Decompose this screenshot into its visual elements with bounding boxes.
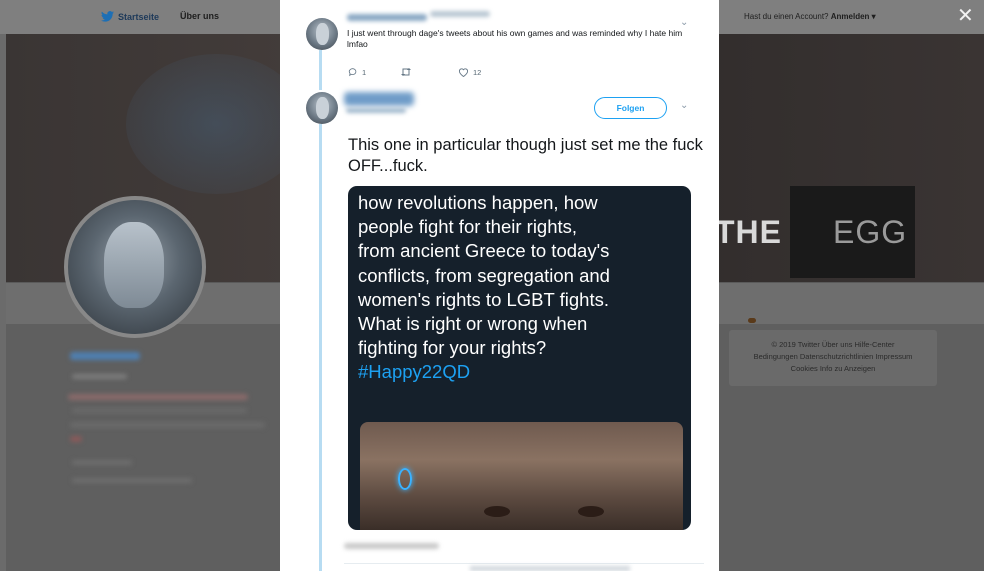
profile-name-redacted xyxy=(70,352,140,360)
tweet1-text: I just went through dage's tweets about … xyxy=(347,28,683,49)
chevron-down-icon[interactable]: ⌄ xyxy=(680,100,688,111)
close-icon[interactable]: ✕ xyxy=(957,6,974,26)
tweet2-name-redacted xyxy=(344,92,414,106)
tweet-media-card[interactable]: how revolutions happen, how people fight… xyxy=(348,186,691,530)
thread-connector-2 xyxy=(319,124,322,571)
tweet1-like-action[interactable]: 12 xyxy=(458,67,481,77)
eye-shape xyxy=(484,506,510,517)
tweet-modal: ⌄ I just went through dage's tweets abou… xyxy=(280,0,719,571)
android-led-icon xyxy=(398,468,412,490)
profile-handle-redacted xyxy=(72,374,127,379)
footer-dot xyxy=(748,318,756,323)
tweet1-avatar[interactable] xyxy=(306,18,338,50)
footer-line-2[interactable]: Bedingungen Datenschutzrichtlinien Impre… xyxy=(729,352,937,361)
nav-home-link[interactable]: Startseite xyxy=(101,11,159,22)
nav-about-link[interactable]: Über uns xyxy=(180,11,219,21)
tweet1-name-redacted xyxy=(430,11,490,17)
retweet-icon xyxy=(401,68,411,76)
profile-avatar[interactable] xyxy=(64,196,206,338)
banner-word-egg: EGG xyxy=(833,214,908,250)
liker-avatars-redacted xyxy=(470,566,630,571)
footer-line-1[interactable]: © 2019 Twitter Über uns Hilfe-Center xyxy=(729,340,937,349)
media-text: how revolutions happen, how people fight… xyxy=(358,191,678,385)
reply-icon xyxy=(348,68,357,77)
thread-connector xyxy=(319,50,322,90)
footer-line-3[interactable]: Cookies Info zu Anzeigen xyxy=(729,364,937,373)
follow-button[interactable]: Folgen xyxy=(594,97,667,119)
tweet1-reply-action[interactable]: 1 xyxy=(348,67,366,77)
chevron-down-icon[interactable]: ⌄ xyxy=(680,17,688,28)
footer-links-box: © 2019 Twitter Über uns Hilfe-Center Bed… xyxy=(729,330,937,386)
tweet2-date-redacted xyxy=(344,543,439,549)
profile-location-redacted xyxy=(72,460,132,465)
avatar-face xyxy=(316,97,329,119)
heart-icon xyxy=(458,68,469,77)
tweet1-like-count: 12 xyxy=(473,67,482,77)
tweet2-avatar[interactable] xyxy=(306,92,338,124)
divider xyxy=(344,563,704,564)
media-body: how revolutions happen, how people fight… xyxy=(358,192,610,359)
profile-link-redacted xyxy=(72,478,192,483)
tweet1-retweet-action[interactable] xyxy=(400,67,412,77)
eye-shape xyxy=(578,506,604,517)
tweet2-handle-redacted xyxy=(346,108,406,113)
banner-word-the: THE xyxy=(715,214,782,250)
tweet1-reply-count: 1 xyxy=(362,67,367,77)
avatar-face xyxy=(104,222,164,308)
login-button[interactable]: Anmelden ▾ xyxy=(831,12,876,21)
account-prompt-text: Hast du einen Account? xyxy=(744,12,829,21)
profile-bio-line-3 xyxy=(70,422,265,428)
media-image xyxy=(360,422,683,530)
media-hashtag[interactable]: #Happy22QD xyxy=(358,361,470,382)
account-prompt: Hast du einen Account? Anmelden ▾ xyxy=(744,12,876,21)
tweet1-handle-redacted xyxy=(347,14,427,21)
profile-bio-line-4 xyxy=(70,436,82,442)
profile-bio-line-2 xyxy=(72,408,247,413)
twitter-bird-icon xyxy=(101,11,114,22)
tweet2-text: This one in particular though just set m… xyxy=(348,136,703,175)
nav-home-label: Startseite xyxy=(118,11,160,22)
banner-glow xyxy=(126,54,306,194)
avatar-face xyxy=(316,23,329,45)
profile-bio-line-1 xyxy=(68,394,248,400)
